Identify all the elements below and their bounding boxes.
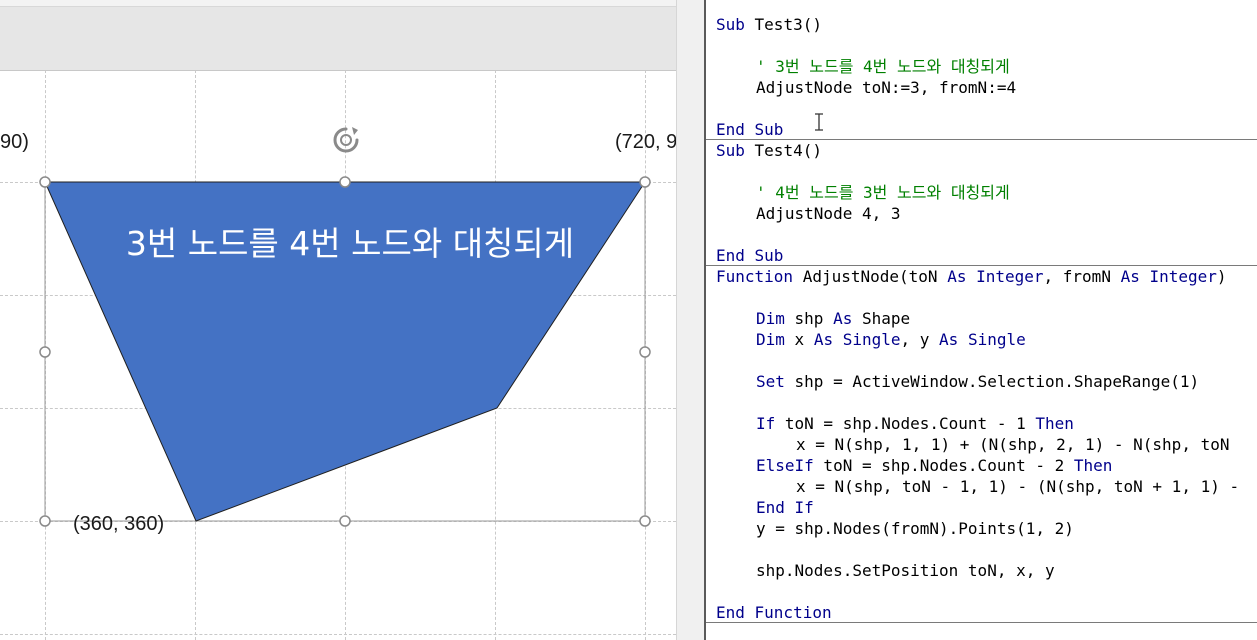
pane-splitter[interactable] bbox=[676, 0, 706, 640]
code-line: If toN = shp.Nodes.Count - 1 Then bbox=[756, 414, 1074, 433]
code-comment: ' 4번 노드를 3번 노드와 대칭되게 bbox=[756, 183, 1010, 202]
coord-label-top-left: 90) bbox=[0, 131, 29, 153]
code-line: Dim x As Single, y As Single bbox=[756, 330, 1026, 349]
resize-handle-top-right[interactable] bbox=[639, 176, 651, 188]
code-line: AdjustNode 4, 3 bbox=[756, 204, 901, 223]
code-line: End Sub bbox=[716, 246, 784, 265]
resize-handle-bottom-right[interactable] bbox=[639, 515, 651, 527]
code-line: y = shp.Nodes(fromN).Points(1, 2) bbox=[756, 519, 1074, 538]
code-line: Function AdjustNode(toN As Integer, from… bbox=[716, 267, 1227, 286]
text-cursor-icon bbox=[815, 113, 823, 131]
resize-handle-left[interactable] bbox=[39, 346, 51, 358]
vba-code-editor[interactable]: Sub Test3() ' 3번 노드를 4번 노드와 대칭되게 AdjustN… bbox=[706, 0, 1257, 640]
code-comment: ' 3번 노드를 4번 노드와 대칭되게 bbox=[756, 57, 1010, 76]
code-line: x = N(shp, 1, 1) + (N(shp, 2, 1) - N(shp… bbox=[796, 435, 1230, 454]
shape-text[interactable]: 3번 노드를 4번 노드와 대칭되게 bbox=[90, 222, 610, 266]
coord-label-top-right: (720, 9 bbox=[615, 131, 676, 153]
code-line: Sub Test4() bbox=[716, 141, 822, 160]
code-line: End If bbox=[756, 498, 814, 517]
resize-handle-bottom[interactable] bbox=[339, 515, 351, 527]
code-line: AdjustNode toN:=3, fromN:=4 bbox=[756, 78, 1017, 97]
resize-handle-top-left[interactable] bbox=[39, 176, 51, 188]
code-line: End Sub bbox=[716, 120, 784, 139]
shape-canvas bbox=[39, 176, 651, 527]
resize-handle-right[interactable] bbox=[639, 346, 651, 358]
procedure-separator bbox=[706, 622, 1257, 623]
rotate-handle-icon[interactable] bbox=[330, 124, 362, 156]
code-line: Set shp = ActiveWindow.Selection.ShapeRa… bbox=[756, 372, 1200, 391]
code-line: Dim shp As Shape bbox=[756, 309, 911, 328]
code-line: shp.Nodes.SetPosition toN, x, y bbox=[756, 561, 1055, 580]
resize-handle-bottom-left[interactable] bbox=[39, 515, 51, 527]
code-line: End Function bbox=[716, 603, 832, 622]
resize-handle-top[interactable] bbox=[339, 176, 351, 188]
screen: 3번 노드를 4번 노드와 대칭되게 90) (720, 9 (360, 360… bbox=[0, 0, 1257, 640]
slide-editor-pane[interactable]: 3번 노드를 4번 노드와 대칭되게 90) (720, 9 (360, 360… bbox=[0, 0, 676, 640]
coord-label-bottom: (360, 360) bbox=[73, 513, 165, 535]
code-line: x = N(shp, toN - 1, 1) - (N(shp, toN + 1… bbox=[796, 477, 1240, 496]
code-line: Sub Test3() bbox=[716, 15, 822, 34]
code-line: ElseIf toN = shp.Nodes.Count - 2 Then bbox=[756, 456, 1113, 475]
